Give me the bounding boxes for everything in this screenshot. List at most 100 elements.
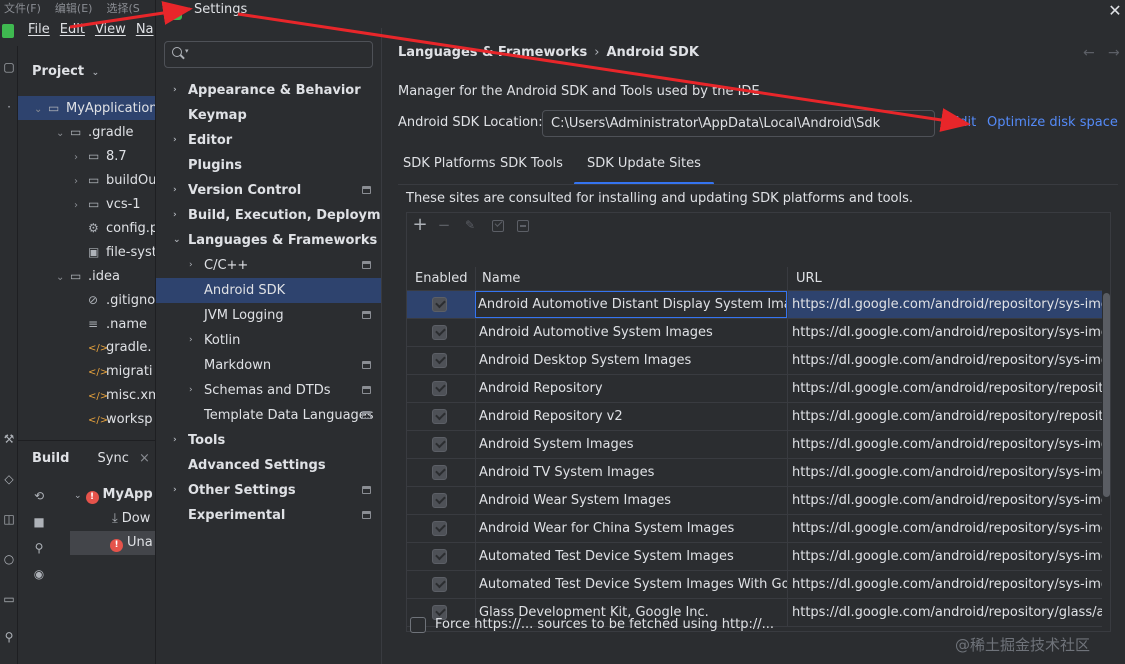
- git-tool-icon[interactable]: ◇: [2, 472, 16, 486]
- enabled-checkbox[interactable]: [432, 437, 447, 452]
- tab-build[interactable]: Build: [32, 451, 69, 466]
- nav-item-experimental[interactable]: Experimental: [156, 503, 381, 528]
- site-name[interactable]: Automated Test Device System Images: [475, 543, 787, 570]
- enabled-cell[interactable]: [407, 515, 475, 542]
- chevron-down-icon[interactable]: ⌄: [56, 122, 70, 146]
- menu-edit[interactable]: Edit: [60, 22, 85, 37]
- project-header[interactable]: Project ⌄: [32, 64, 99, 79]
- enabled-checkbox[interactable]: [432, 353, 447, 368]
- enabled-checkbox[interactable]: [432, 409, 447, 424]
- enabled-cell[interactable]: [407, 375, 475, 402]
- add-icon[interactable]: +: [411, 216, 429, 234]
- table-row[interactable]: Android Repository https://dl.google.com/…: [407, 375, 1102, 403]
- enabled-cell[interactable]: [407, 487, 475, 514]
- close-icon[interactable]: ✕: [1104, 0, 1125, 24]
- chevron-right-icon[interactable]: ›: [189, 378, 193, 403]
- tree-item[interactable]: </>worksp: [18, 408, 155, 432]
- nav-item-c-c[interactable]: › C/C++: [156, 253, 381, 278]
- tree-item[interactable]: ⊘ .gitigno: [18, 288, 155, 312]
- nav-item-other-settings[interactable]: › Other Settings: [156, 478, 381, 503]
- select-all-icon[interactable]: [492, 220, 504, 232]
- enabled-checkbox[interactable]: [432, 521, 447, 536]
- sync-icon[interactable]: ⟲: [32, 489, 46, 503]
- force-http-checkbox[interactable]: [410, 617, 426, 633]
- build-row[interactable]: ⌄! MyApp: [74, 483, 153, 507]
- tree-item[interactable]: </>gradle.: [18, 336, 155, 360]
- chevron-right-icon[interactable]: ›: [189, 253, 193, 278]
- site-url[interactable]: https://dl.google.com/android/repository…: [787, 543, 1102, 570]
- site-url[interactable]: https://dl.google.com/android/repository…: [787, 375, 1102, 402]
- edit-link[interactable]: Edit: [951, 115, 976, 130]
- search-input[interactable]: [195, 45, 365, 64]
- chevron-down-icon[interactable]: ⌄: [173, 228, 181, 253]
- logcat-tool-icon[interactable]: ◫: [2, 512, 16, 526]
- enabled-cell[interactable]: [407, 319, 475, 346]
- build-row[interactable]: ⤓ Dow: [112, 507, 150, 531]
- column-header-url[interactable]: URL: [787, 267, 1102, 291]
- table-row[interactable]: Android Wear for China System Images http…: [407, 515, 1102, 543]
- cjk-menu-item[interactable]: 选择(S: [106, 2, 139, 15]
- table-row[interactable]: Automated Test Device System Images https…: [407, 543, 1102, 571]
- tab-sync[interactable]: Sync: [98, 451, 129, 466]
- nav-item-kotlin[interactable]: › Kotlin: [156, 328, 381, 353]
- site-url[interactable]: https://dl.google.com/android/repository…: [787, 515, 1102, 542]
- chevron-right-icon[interactable]: ›: [173, 428, 177, 453]
- enabled-checkbox[interactable]: [432, 549, 447, 564]
- column-header-name[interactable]: Name: [475, 267, 787, 291]
- scrollbar-thumb[interactable]: [1103, 293, 1110, 497]
- site-url[interactable]: https://dl.google.com/android/repository…: [787, 459, 1102, 486]
- site-name[interactable]: Android Wear for China System Images: [475, 515, 787, 542]
- nav-item-android-sdk[interactable]: Android SDK: [156, 278, 381, 303]
- table-row[interactable]: Android Automotive System Images https://…: [407, 319, 1102, 347]
- site-name[interactable]: Android Wear System Images: [475, 487, 787, 514]
- nav-item-version-control[interactable]: › Version Control: [156, 178, 381, 203]
- chevron-right-icon[interactable]: ›: [173, 203, 177, 228]
- table-row[interactable]: Android Repository v2 https://dl.google.c…: [407, 403, 1102, 431]
- tab-sdk-update-sites[interactable]: SDK Update Sites: [574, 144, 714, 185]
- tree-item[interactable]: › ▭ buildOu: [18, 168, 155, 192]
- enabled-checkbox[interactable]: [432, 381, 447, 396]
- site-name[interactable]: Android Automotive Distant Display Syste…: [475, 291, 787, 318]
- menu-view[interactable]: View: [95, 22, 126, 37]
- enabled-cell[interactable]: [407, 543, 475, 570]
- nav-item-appearance-behavior[interactable]: › Appearance & Behavior: [156, 78, 381, 103]
- menu-file[interactable]: File: [28, 22, 50, 37]
- site-name[interactable]: Android Desktop System Images: [475, 347, 787, 374]
- eye-icon[interactable]: ◉: [32, 567, 46, 581]
- chevron-right-icon[interactable]: ›: [173, 478, 177, 503]
- nav-item-plugins[interactable]: Plugins: [156, 153, 381, 178]
- table-row[interactable]: Android Automotive Distant Display Syste…: [407, 291, 1102, 319]
- project-tool-icon[interactable]: ▢: [2, 60, 16, 74]
- tree-item[interactable]: › ▭ 8.7: [18, 144, 155, 168]
- cjk-menu-item[interactable]: 文件(F): [4, 2, 41, 15]
- enabled-checkbox[interactable]: [432, 493, 447, 508]
- site-url[interactable]: https://dl.google.com/android/repository…: [787, 487, 1102, 514]
- chevron-right-icon[interactable]: ›: [74, 194, 88, 218]
- tree-item[interactable]: </>misc.xm: [18, 384, 155, 408]
- chevron-right-icon[interactable]: ›: [173, 78, 177, 103]
- tree-item[interactable]: › ▭ vcs-1: [18, 192, 155, 216]
- tree-item[interactable]: ⚙ config.p: [18, 216, 155, 240]
- table-row[interactable]: Android TV System Images https://dl.googl…: [407, 459, 1102, 487]
- tree-item[interactable]: ▣ file-syst: [18, 240, 155, 264]
- nav-item-languages-frameworks[interactable]: ⌄ Languages & Frameworks: [156, 228, 381, 253]
- forward-arrow-icon[interactable]: →: [1108, 45, 1120, 61]
- site-name[interactable]: Android System Images: [475, 431, 787, 458]
- nav-item-jvm-logging[interactable]: JVM Logging: [156, 303, 381, 328]
- nav-item-keymap[interactable]: Keymap: [156, 103, 381, 128]
- build-row[interactable]: ! Una: [70, 531, 155, 555]
- enabled-cell[interactable]: [407, 459, 475, 486]
- enabled-checkbox[interactable]: [432, 577, 447, 592]
- chevron-down-icon[interactable]: ⌄: [34, 98, 48, 122]
- nav-item-markdown[interactable]: Markdown: [156, 353, 381, 378]
- table-row[interactable]: Automated Test Device System Images With…: [407, 571, 1102, 599]
- nav-item-editor[interactable]: › Editor: [156, 128, 381, 153]
- close-icon[interactable]: ×: [139, 451, 150, 466]
- enabled-cell[interactable]: [407, 403, 475, 430]
- run-tool-icon[interactable]: ○: [2, 552, 16, 566]
- nav-item-build-execution-deployment[interactable]: › Build, Execution, Deployment: [156, 203, 405, 228]
- nav-item-advanced-settings[interactable]: Advanced Settings: [156, 453, 381, 478]
- site-name[interactable]: Android Automotive System Images: [475, 319, 787, 346]
- tree-item[interactable]: ≡ .name: [18, 312, 155, 336]
- site-url[interactable]: https://dl.google.com/android/repository…: [787, 319, 1102, 346]
